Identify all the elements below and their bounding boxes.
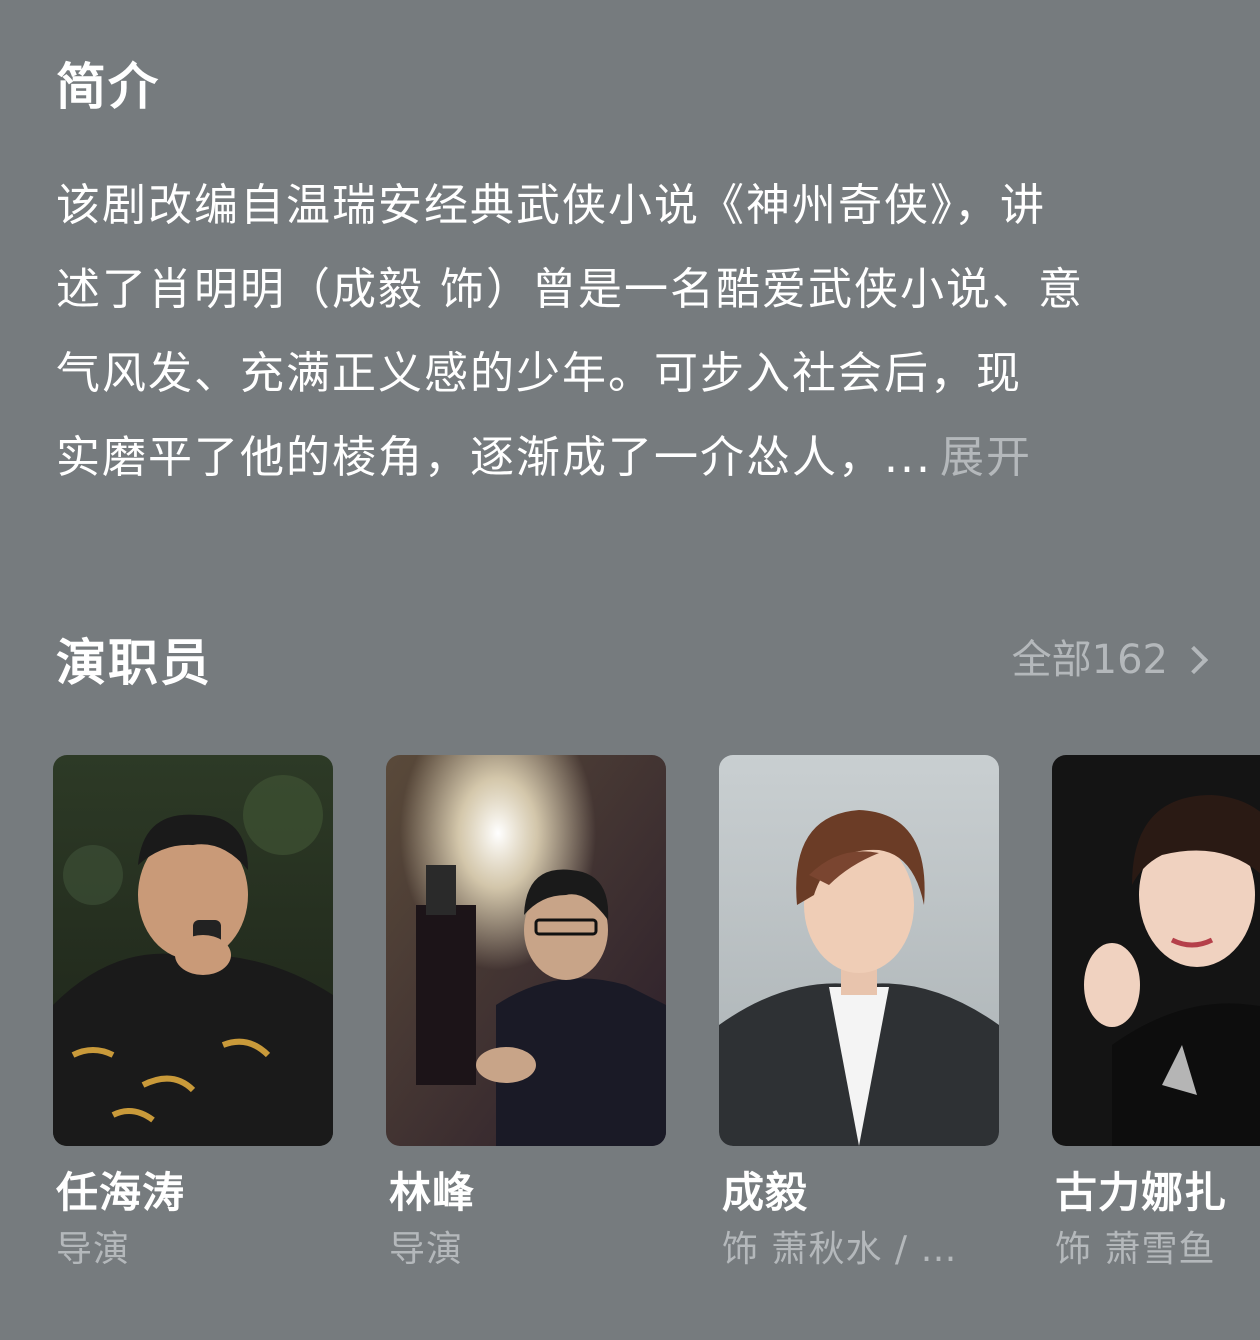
director-photo: [53, 755, 333, 1146]
cast-role: 饰 萧秋水 / …: [722, 1229, 958, 1270]
cast-role: 饰 萧雪鱼: [1055, 1229, 1216, 1270]
synopsis-text[interactable]: 该剧改编自温瑞安经典武侠小说《神州奇侠》，讲 述了肖明明（成毅 饰）曾是一名酷爱…: [56, 164, 1206, 500]
cast-card[interactable]: 古力娜扎 饰 萧雪鱼: [1052, 755, 1260, 1268]
intro-title: 简介: [56, 58, 160, 116]
expand-button[interactable]: 展开: [940, 432, 1032, 483]
cast-name: 古力娜扎: [1055, 1168, 1228, 1217]
synopsis-line: 实磨平了他的棱角，逐渐成了一介怂人，... 展开: [56, 416, 1206, 500]
cast-card[interactable]: 成毅 饰 萧秋水 / …: [719, 755, 999, 1268]
cast-name: 任海涛: [56, 1168, 186, 1217]
cast-role: 导演: [56, 1229, 131, 1270]
view-all-cast-button[interactable]: 全部162: [1011, 637, 1209, 683]
view-all-label: 全部162: [1011, 637, 1168, 683]
cast-role: 导演: [389, 1229, 464, 1270]
cast-title: 演职员: [56, 634, 212, 692]
cast-name: 林峰: [389, 1168, 476, 1217]
synopsis-line: 述了肖明明（成毅 饰）曾是一名酷爱武侠小说、意: [56, 264, 1084, 315]
chevron-right-icon: [1179, 645, 1209, 675]
actor-photo: [719, 755, 999, 1146]
synopsis-line: 气风发、充满正义感的少年。可步入社会后，现: [56, 348, 1022, 399]
cast-card[interactable]: 任海涛 导演: [53, 755, 333, 1268]
synopsis-line-text: 实磨平了他的棱角，逐渐成了一介怂人，...: [56, 432, 932, 483]
director-photo: [386, 755, 666, 1146]
cast-card[interactable]: 林峰 导演: [386, 755, 666, 1268]
cast-carousel[interactable]: 任海涛 导演 林峰 导演 成毅 饰 萧秋水 / … 古力娜扎 饰 萧雪鱼: [53, 755, 1260, 1295]
actress-photo: [1052, 755, 1260, 1146]
synopsis-line: 该剧改编自温瑞安经典武侠小说《神州奇侠》，讲: [56, 180, 1046, 231]
cast-name: 成毅: [722, 1168, 809, 1217]
